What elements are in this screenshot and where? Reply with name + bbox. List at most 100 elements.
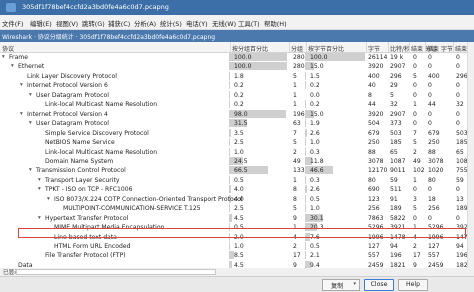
bytes-percent-cell: 0.5 (310, 243, 320, 250)
table-row[interactable]: ▾ TPKT - ISO on TCP - RFC1006 4.0 8 2.6 690 51… (0, 185, 474, 194)
menu-item[interactable]: 电话(Y) (186, 19, 208, 28)
table-row[interactable]: ▾ Ethernet 100.0 280 15.0 3920 2907 0 0 0 (0, 62, 474, 71)
table-row[interactable]: ▾ User Datagram Protocol 0.2 1 0.0 8 5 0 0 0 (0, 90, 474, 100)
column-separator[interactable] (306, 42, 307, 53)
bytes-percent-cell: 0.3 (310, 148, 320, 156)
end-packets-cell: 102 (413, 167, 425, 175)
end-packets-cell: 1 (413, 176, 417, 184)
table-row[interactable]: ▾ Hypertext Transfer Protocol 4.5 9 30.1 7863… (0, 213, 474, 223)
column-separator[interactable] (289, 42, 290, 53)
column-header[interactable]: 比特/秒 (390, 44, 410, 53)
menu-item[interactable]: 视图(V) (56, 19, 78, 28)
table-row[interactable]: ▾ ISO 8073/X.224 COTP Connection-Oriented… (0, 194, 474, 204)
packets-count-cell: 49 (293, 157, 301, 165)
table-row[interactable]: ▾ Internet Protocol Version 4 98.0 196 15.0 3… (0, 109, 474, 119)
end-bits-cell: 94 (456, 243, 464, 250)
expand-chevron-icon[interactable]: ▾ (29, 120, 32, 126)
packets-count-cell: 133 (293, 167, 305, 175)
table-row[interactable]: Link-local Multicast Name Resolution 0.2 1… (0, 100, 474, 109)
copy-button[interactable]: 复制 ▾ (322, 279, 360, 291)
table-row[interactable]: Domain Name System 24.5 49 11.8 3078 1087 49 30… (0, 156, 474, 166)
bytes-count-cell: 3078 (368, 157, 384, 165)
expand-chevron-icon[interactable]: ▾ (29, 167, 32, 173)
menu-item[interactable]: 文件(F) (2, 19, 23, 28)
table-row[interactable]: MULTIPOINT-COMMUNICATION-SERVICE T.125 2.… (0, 204, 474, 213)
column-separator[interactable] (409, 42, 410, 53)
expand-chevron-icon[interactable]: ▾ (11, 63, 14, 69)
end-packets-cell: 2 (413, 148, 417, 156)
end-bytes-cell: 679 (428, 129, 440, 137)
table-row[interactable]: Link Layer Discovery Protocol 1.8 5 1.5 400 2… (0, 71, 474, 81)
expand-chevron-icon[interactable]: ▾ (47, 196, 50, 202)
expand-chevron-icon[interactable]: ▾ (20, 111, 23, 117)
end-bytes-cell: 0 (428, 91, 432, 99)
menu-item[interactable]: 无线(W) (212, 19, 236, 28)
column-header[interactable]: 按字节百分比 (308, 44, 344, 53)
end-bits-cell: 13 (456, 195, 464, 203)
packets-percent-cell: 4.0 (234, 186, 244, 194)
table-row[interactable]: Link-local Multicast Name Resolution 1.0 2… (0, 147, 474, 157)
table-row[interactable]: ▾ Frame 100.0 280 100.0 26114 19 k 0 0 0 (0, 53, 474, 62)
menu-item[interactable]: 跳转(G) (82, 19, 105, 28)
vertical-scrollbar[interactable] (467, 42, 474, 268)
expand-chevron-icon[interactable]: ▾ (38, 186, 41, 192)
protocol-name: TPKT - ISO on TCP - RFC1006 (45, 186, 133, 194)
packets-count-cell: 280 (293, 63, 305, 71)
packets-percent-bar (229, 138, 231, 147)
table-row[interactable]: ▾ Internet Protocol Version 6 0.2 1 0.2 40 29 0… (0, 81, 474, 90)
expand-chevron-icon[interactable]: ▾ (29, 92, 32, 98)
expand-chevron-icon[interactable]: ▾ (38, 215, 41, 221)
column-header[interactable]: 分组 (291, 44, 303, 53)
chevron-down-icon: ▾ (353, 281, 356, 287)
column-separator[interactable] (230, 42, 231, 53)
bytes-percent-cell: 2.1 (310, 252, 320, 260)
menu-item[interactable]: 编辑(E) (30, 19, 52, 28)
end-bits-cell: 0 (456, 82, 460, 90)
end-bits-cell: 0 (456, 120, 460, 128)
packets-percent-cell: 24.5 (234, 157, 248, 165)
column-header[interactable]: 结束 字节 (427, 44, 453, 53)
menu-item[interactable]: 帮助(H) (264, 19, 287, 28)
expand-chevron-icon[interactable]: ▾ (20, 82, 23, 88)
column-header[interactable]: 字节 (368, 44, 380, 53)
display-filter-bar: 已显示 (0, 268, 474, 276)
protocol-name: File Transfer Protocol (FTP) (45, 252, 126, 260)
expand-chevron-icon[interactable]: ▾ (2, 54, 5, 60)
bytes-percent-cell: 1.5 (310, 72, 320, 80)
display-filter-input[interactable] (16, 269, 216, 275)
table-row[interactable]: NetBIOS Name Service 2.5 5 1.0 250 185 5 250 185 (0, 138, 474, 147)
bytes-count-cell: 7863 (368, 214, 384, 222)
packets-percent-cell: 1.8 (234, 72, 244, 80)
menu-item[interactable]: 工具(T) (238, 19, 260, 28)
end-bits-cell: 65 (456, 148, 464, 156)
packets-count-cell: 5 (293, 139, 297, 147)
menu-item[interactable]: 统计(S) (160, 19, 182, 28)
packets-count-cell: 1 (293, 82, 297, 90)
column-header[interactable]: 按分组百分比 (232, 44, 268, 53)
help-button[interactable]: Help (398, 279, 428, 291)
end-bytes-cell: 0 (428, 54, 432, 61)
column-separator[interactable] (425, 42, 426, 53)
bytes-count-cell: 40 (368, 82, 376, 90)
column-separator[interactable] (388, 42, 389, 53)
table-row[interactable]: ▾ Transmission Control Protocol 66.5 133 46.… (0, 166, 474, 175)
expand-chevron-icon[interactable]: ▾ (38, 177, 41, 183)
bits-per-second-cell: 503 (390, 129, 402, 137)
column-separator[interactable] (366, 42, 367, 53)
table-row[interactable]: Simple Service Discovery Protocol 3.5 7 2.6… (0, 128, 474, 138)
table-row[interactable]: File Transfer Protocol (FTP) 8.5 17 2.1 557 1… (0, 251, 474, 260)
bits-per-second-cell: 29 (390, 82, 398, 90)
column-separator[interactable] (453, 42, 454, 53)
menu-item[interactable]: 分析(A) (134, 19, 156, 28)
table-row[interactable]: HTML Form URL Encoded 1.0 2 0.5 127 94 2 127 94 (0, 242, 474, 251)
bits-per-second-cell: 296 (390, 72, 402, 80)
menu-item[interactable]: 捕获(C) (108, 19, 130, 28)
end-bytes-cell: 127 (428, 243, 440, 250)
column-header[interactable]: 协议 (2, 44, 14, 53)
column-header[interactable]: 结束 (455, 44, 467, 53)
bytes-percent-cell: 1.0 (310, 205, 320, 213)
table-row[interactable]: ▾ User Datagram Protocol 31.5 63 1.9 504 373 0 0… (0, 119, 474, 128)
close-button[interactable]: Close (364, 279, 394, 291)
table-row[interactable]: ▾ Transport Layer Security 0.5 1 0.3 80 59 1 80 5… (0, 175, 474, 185)
packets-count-cell: 2 (293, 243, 297, 250)
